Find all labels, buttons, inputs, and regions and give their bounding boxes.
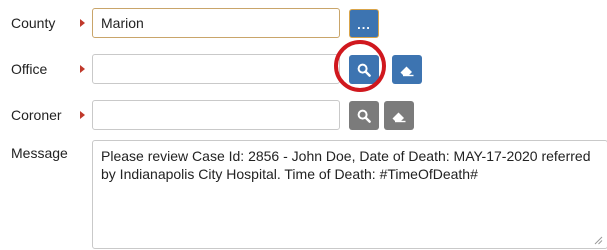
required-marker-icon bbox=[80, 19, 85, 27]
office-field[interactable] bbox=[92, 54, 340, 84]
search-icon bbox=[357, 63, 371, 77]
county-label: County bbox=[11, 15, 56, 31]
office-clear-button[interactable] bbox=[392, 55, 422, 84]
office-search-button[interactable] bbox=[349, 55, 379, 84]
search-icon bbox=[357, 109, 371, 123]
eraser-icon bbox=[400, 66, 414, 76]
message-label: Message bbox=[11, 145, 68, 161]
county-field[interactable] bbox=[92, 8, 340, 38]
resize-grip-icon[interactable] bbox=[594, 236, 603, 245]
message-textarea[interactable]: Please review Case Id: 2856 - John Doe, … bbox=[92, 140, 607, 249]
county-more-button[interactable]: ... bbox=[349, 9, 379, 38]
required-marker-icon bbox=[80, 65, 85, 73]
coroner-label: Coroner bbox=[11, 107, 62, 123]
required-marker-icon bbox=[80, 111, 85, 119]
coroner-search-button[interactable] bbox=[349, 101, 379, 130]
more-label: ... bbox=[357, 17, 371, 32]
office-label: Office bbox=[11, 61, 48, 77]
eraser-icon bbox=[392, 112, 406, 122]
coroner-field[interactable] bbox=[92, 100, 340, 130]
coroner-clear-button[interactable] bbox=[384, 101, 414, 130]
